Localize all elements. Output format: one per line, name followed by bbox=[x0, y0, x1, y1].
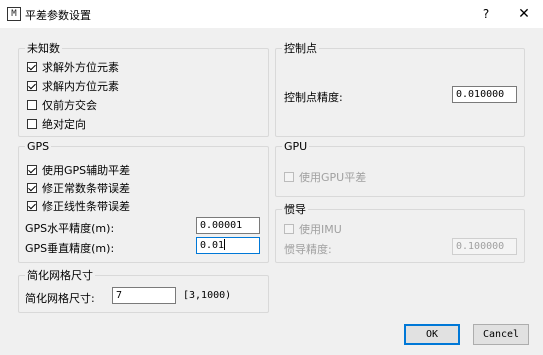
use-gpu-checkbox[interactable]: 使用GPU平差 bbox=[284, 169, 366, 185]
ok-button[interactable]: OK bbox=[404, 324, 460, 345]
checkbox-label: 仅前方交会 bbox=[42, 99, 97, 112]
checkbox-label: 使用GPU平差 bbox=[299, 171, 367, 184]
control-point-legend: 控制点 bbox=[284, 42, 317, 55]
gps-horizontal-precision-label: GPS水平精度(m): bbox=[25, 222, 115, 235]
use-gps-checkbox[interactable]: 使用GPS辅助平差 bbox=[27, 162, 130, 178]
solve-interior-orientation-checkbox[interactable]: 求解内方位元素 bbox=[27, 78, 119, 94]
checkbox-unchecked-icon bbox=[284, 224, 294, 234]
checkbox-label: 修正线性条带误差 bbox=[42, 200, 130, 213]
gpu-legend: GPU bbox=[284, 140, 308, 153]
imu-precision-label: 惯导精度: bbox=[284, 243, 332, 256]
checkbox-unchecked-icon bbox=[284, 172, 294, 182]
gps-vertical-precision-input[interactable]: 0.01 bbox=[196, 237, 260, 254]
imu-precision-input[interactable]: 0.100000 bbox=[452, 238, 517, 255]
gps-vertical-precision-value: 0.01 bbox=[200, 240, 225, 251]
checkbox-checked-icon bbox=[27, 165, 37, 175]
unknowns-legend: 未知数 bbox=[27, 42, 60, 55]
simplify-grid-legend: 简化网格尺寸 bbox=[27, 269, 93, 282]
title-bar: M 平差参数设置 ? ✕ bbox=[0, 0, 543, 28]
fix-linear-strip-error-checkbox[interactable]: 修正线性条带误差 bbox=[27, 198, 130, 214]
checkbox-unchecked-icon bbox=[27, 100, 37, 110]
use-imu-checkbox[interactable]: 使用IMU bbox=[284, 221, 342, 237]
checkbox-label: 求解内方位元素 bbox=[42, 80, 119, 93]
checkbox-checked-icon bbox=[27, 201, 37, 211]
checkbox-checked-icon bbox=[27, 62, 37, 72]
checkbox-label: 使用GPS辅助平差 bbox=[42, 164, 131, 177]
control-precision-label: 控制点精度: bbox=[284, 91, 343, 104]
checkbox-checked-icon bbox=[27, 81, 37, 91]
imu-legend: 惯导 bbox=[284, 203, 306, 216]
close-button[interactable]: ✕ bbox=[512, 4, 536, 24]
forward-intersection-only-checkbox[interactable]: 仅前方交会 bbox=[27, 97, 97, 113]
checkbox-label: 求解外方位元素 bbox=[42, 61, 119, 74]
checkbox-unchecked-icon bbox=[27, 119, 37, 129]
control-precision-input[interactable]: 0.010000 bbox=[452, 86, 517, 103]
help-button[interactable]: ? bbox=[476, 4, 496, 24]
gps-horizontal-precision-input[interactable]: 0.00001 bbox=[196, 217, 260, 234]
checkbox-label: 使用IMU bbox=[299, 223, 342, 236]
solve-exterior-orientation-checkbox[interactable]: 求解外方位元素 bbox=[27, 59, 119, 75]
gps-vertical-precision-label: GPS垂直精度(m): bbox=[25, 242, 115, 255]
cancel-button[interactable]: Cancel bbox=[473, 324, 529, 345]
gps-legend: GPS bbox=[27, 140, 50, 153]
simplify-grid-label: 简化网格尺寸: bbox=[25, 292, 95, 305]
simplify-grid-range: [3,1000) bbox=[183, 290, 232, 301]
window-title: 平差参数设置 bbox=[25, 9, 91, 22]
checkbox-checked-icon bbox=[27, 183, 37, 193]
simplify-grid-input[interactable]: 7 bbox=[112, 287, 176, 304]
text-caret bbox=[224, 239, 226, 250]
checkbox-label: 绝对定向 bbox=[42, 118, 86, 131]
app-icon: M bbox=[7, 7, 21, 21]
absolute-orientation-checkbox[interactable]: 绝对定向 bbox=[27, 116, 86, 132]
checkbox-label: 修正常数条带误差 bbox=[42, 182, 130, 195]
fix-constant-strip-error-checkbox[interactable]: 修正常数条带误差 bbox=[27, 180, 130, 196]
